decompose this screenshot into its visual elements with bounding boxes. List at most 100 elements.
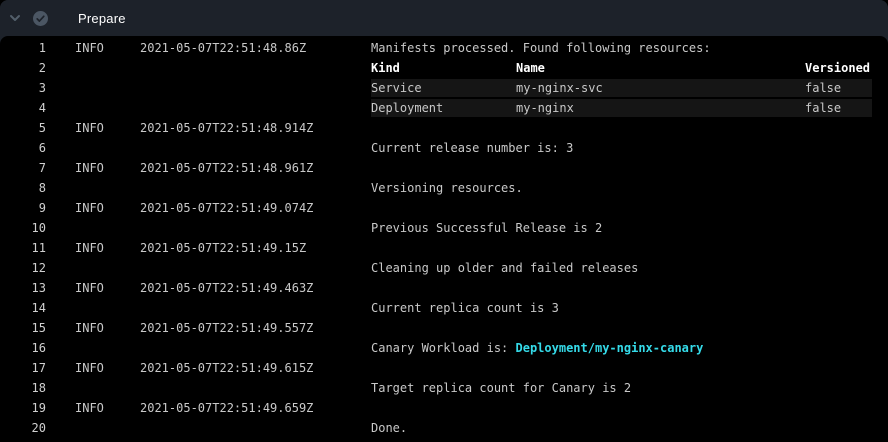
log-timestamp: 2021-05-07T22:51:48.914Z xyxy=(140,118,371,138)
table-cell-versioned: Versioned xyxy=(805,59,872,77)
log-level xyxy=(75,58,140,78)
log-timestamp xyxy=(140,258,371,278)
log-row: 8 Versioning resources. xyxy=(0,178,888,198)
line-number[interactable]: 15 xyxy=(0,318,46,338)
step-title: Prepare xyxy=(78,11,126,26)
line-number[interactable]: 8 xyxy=(0,178,46,198)
log-timestamp: 2021-05-07T22:51:49.659Z xyxy=(140,398,371,418)
table-cell-name: my-nginx xyxy=(516,99,805,117)
log-message: KindNameVersioned xyxy=(371,58,888,78)
log-timestamp: 2021-05-07T22:51:49.557Z xyxy=(140,318,371,338)
log-timestamp: 2021-05-07T22:51:49.15Z xyxy=(140,238,371,258)
log-timestamp xyxy=(140,58,371,78)
log-row: 18 Target replica count for Canary is 2 xyxy=(0,378,888,398)
log-level: INFO xyxy=(75,118,140,138)
line-number[interactable]: 3 xyxy=(0,78,46,98)
log-row: 19 INFO 2021-05-07T22:51:49.659Z xyxy=(0,398,888,418)
log-level xyxy=(75,378,140,398)
log-row: 17 INFO 2021-05-07T22:51:49.615Z xyxy=(0,358,888,378)
line-number[interactable]: 2 xyxy=(0,58,46,78)
table-cell-kind: Kind xyxy=(371,59,516,77)
log-message xyxy=(371,198,888,218)
log-message: Current replica count is 3 xyxy=(371,298,888,318)
log-row: 15 INFO 2021-05-07T22:51:49.557Z xyxy=(0,318,888,338)
line-number[interactable]: 5 xyxy=(0,118,46,138)
log-level: INFO xyxy=(75,38,140,58)
table-cell-versioned: false xyxy=(805,99,872,117)
line-number[interactable]: 9 xyxy=(0,198,46,218)
line-number[interactable]: 10 xyxy=(0,218,46,238)
line-number[interactable]: 6 xyxy=(0,138,46,158)
step-header[interactable]: Prepare xyxy=(0,0,888,36)
line-number[interactable]: 13 xyxy=(0,278,46,298)
resources-table-row: Deploymentmy-nginxfalse xyxy=(371,99,872,117)
log-row: 11 INFO 2021-05-07T22:51:49.15Z xyxy=(0,238,888,258)
resources-table-header: KindNameVersioned xyxy=(371,59,872,77)
log-timestamp xyxy=(140,98,371,118)
log-row: 9 INFO 2021-05-07T22:51:49.074Z xyxy=(0,198,888,218)
table-cell-name: Name xyxy=(516,59,805,77)
log-message: Done. xyxy=(371,418,888,438)
log-message: Cleaning up older and failed releases xyxy=(371,258,888,278)
log-message: Manifests processed. Found following res… xyxy=(371,38,888,58)
log-level: INFO xyxy=(75,198,140,218)
line-number[interactable]: 14 xyxy=(0,298,46,318)
log-level: INFO xyxy=(75,238,140,258)
log-row: 6 Current release number is: 3 xyxy=(0,138,888,158)
canary-workload-value: Deployment/my-nginx-canary xyxy=(516,341,704,355)
log-message xyxy=(371,358,888,378)
log-message: Previous Successful Release is 2 xyxy=(371,218,888,238)
log-message xyxy=(371,238,888,258)
log-timestamp xyxy=(140,138,371,158)
log-timestamp xyxy=(140,298,371,318)
log-level xyxy=(75,338,140,358)
log-level: INFO xyxy=(75,278,140,298)
line-number[interactable]: 20 xyxy=(0,418,46,438)
log-timestamp xyxy=(140,418,371,438)
log-timestamp xyxy=(140,78,371,98)
log-message: Target replica count for Canary is 2 xyxy=(371,378,888,398)
log-row: 5 INFO 2021-05-07T22:51:48.914Z xyxy=(0,118,888,138)
log-level xyxy=(75,258,140,278)
log-level xyxy=(75,218,140,238)
line-number[interactable]: 1 xyxy=(0,38,46,58)
log-level xyxy=(75,298,140,318)
log-row: 3 Servicemy-nginx-svcfalse xyxy=(0,78,888,98)
chevron-down-icon[interactable] xyxy=(8,11,22,25)
log-timestamp: 2021-05-07T22:51:48.961Z xyxy=(140,158,371,178)
line-number[interactable]: 19 xyxy=(0,398,46,418)
log-message: Servicemy-nginx-svcfalse xyxy=(371,78,888,98)
log-row: 14 Current replica count is 3 xyxy=(0,298,888,318)
line-number[interactable]: 11 xyxy=(0,238,46,258)
line-number[interactable]: 16 xyxy=(0,338,46,358)
log-level: INFO xyxy=(75,158,140,178)
log-message xyxy=(371,158,888,178)
table-cell-name: my-nginx-svc xyxy=(516,79,805,97)
log-message xyxy=(371,118,888,138)
log-timestamp: 2021-05-07T22:51:49.074Z xyxy=(140,198,371,218)
line-number[interactable]: 7 xyxy=(0,158,46,178)
log-row: 12 Cleaning up older and failed releases xyxy=(0,258,888,278)
line-number[interactable]: 18 xyxy=(0,378,46,398)
log-level xyxy=(75,138,140,158)
log-level: INFO xyxy=(75,358,140,378)
table-cell-kind: Deployment xyxy=(371,99,516,117)
log-viewer-window: Prepare 1 INFO 2021-05-07T22:51:48.86Z M… xyxy=(0,0,888,442)
log-timestamp: 2021-05-07T22:51:48.86Z xyxy=(140,38,371,58)
log-level xyxy=(75,78,140,98)
line-number[interactable]: 12 xyxy=(0,258,46,278)
log-row: 2 KindNameVersioned xyxy=(0,58,888,78)
log-panel: 1 INFO 2021-05-07T22:51:48.86Z Manifests… xyxy=(0,36,888,442)
log-message xyxy=(371,398,888,418)
log-message: Deploymentmy-nginxfalse xyxy=(371,98,888,118)
line-number[interactable]: 4 xyxy=(0,98,46,118)
table-cell-versioned: false xyxy=(805,79,872,97)
line-number[interactable]: 17 xyxy=(0,358,46,378)
log-message: Current release number is: 3 xyxy=(371,138,888,158)
log-row: 1 INFO 2021-05-07T22:51:48.86Z Manifests… xyxy=(0,38,888,58)
log-row: 7 INFO 2021-05-07T22:51:48.961Z xyxy=(0,158,888,178)
log-timestamp: 2021-05-07T22:51:49.615Z xyxy=(140,358,371,378)
log-row: 10 Previous Successful Release is 2 xyxy=(0,218,888,238)
resources-table-row: Servicemy-nginx-svcfalse xyxy=(371,79,872,97)
log-row: 16 Canary Workload is: Deployment/my-ngi… xyxy=(0,338,888,358)
